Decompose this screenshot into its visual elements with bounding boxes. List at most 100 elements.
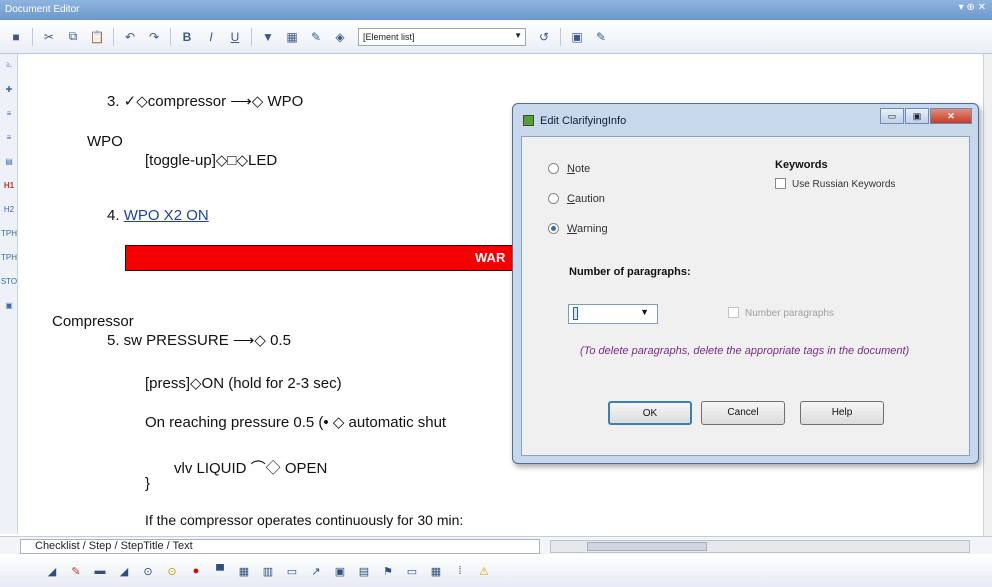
maximize-icon[interactable]: ▣ [905,108,929,124]
dialog-app-icon [523,115,534,126]
toolbar-separator [170,27,171,46]
number-of-paragraphs-label: Number of paragraphs: [569,266,691,278]
press-line: [press]◇ON (hold for 2-3 sec) [145,375,342,392]
left-tool-strip: ⎁ ✚ ≡ ≡ ▤ H1 H2 TPH TPH STO ▣ [0,54,18,534]
vertical-scrollbar[interactable] [984,54,992,536]
warning-bar[interactable]: WAR [125,245,525,271]
rect-icon[interactable]: ▭ [403,562,421,580]
flag-icon[interactable]: ⚑ [379,562,397,580]
sto-icon[interactable]: STO [1,274,17,288]
mark-icon[interactable]: ✎ [591,27,611,47]
table-icon[interactable]: ▦ [282,27,302,47]
table-alt-icon[interactable]: ▤ [355,562,373,580]
help-button[interactable]: Help [800,401,884,425]
arrow-icon[interactable]: ↗ [307,562,325,580]
radio-circle [548,193,559,204]
close-icon[interactable]: ✕ [930,108,972,124]
bold-button[interactable]: B [177,27,197,47]
dialog-title: Edit ClarifyingInfo [540,115,627,127]
closing-brace: } [145,475,151,492]
warning-icon[interactable]: ⚠ [475,562,493,580]
window-title: Document Editor [5,4,80,15]
highlight-icon[interactable]: ▼ [258,27,278,47]
step-5-line: 5. sw PRESSURE ⟶◇ 0.5 [107,332,291,349]
window-controls[interactable]: ▾ ⊕ ✕ [959,2,986,13]
block-icon[interactable]: ▀ [211,562,229,580]
view-icon[interactable]: ▣ [2,298,16,312]
bottom-toolbar: ◢ ✎ ▬ ◢ ⊙ ⊙ ● ▀ ▦ ▥ ▭ ↗ ▣ ▤ ⚑ ▭ ▦ ⁞ ⚠ [0,555,992,587]
underline-button[interactable]: U [225,27,245,47]
tph-alt-icon[interactable]: TPH [1,250,17,264]
circle-yellow-icon[interactable]: ⊙ [163,562,181,580]
chevron-down-icon: ▼ [514,30,522,40]
horizontal-scrollbar[interactable] [550,540,970,553]
add-icon[interactable]: ✚ [2,82,16,96]
warning-bar-text: WAR [475,250,506,265]
columns-icon[interactable]: ▥ [259,562,277,580]
element-path[interactable]: Checklist / Step / StepTitle / Text [20,539,540,554]
status-bar: Checklist / Step / StepTitle / Text [0,536,992,554]
box-icon[interactable]: ▭ [283,562,301,580]
number-paragraphs-checkbox[interactable]: Number paragraphs [728,307,834,319]
element-list-dropdown[interactable]: [Element list] ▼ [358,27,526,46]
step-3-line: 3. ✓◇compressor ⟶◇ WPO [107,93,304,110]
radio-circle-selected [548,223,559,234]
toolbar-separator [32,27,33,46]
radio-note[interactable]: Note [548,163,590,175]
undo-icon[interactable]: ↶ [120,27,140,47]
ok-button[interactable]: OK [608,401,692,425]
split-icon[interactable]: ▦ [427,562,445,580]
step-4-line: 4. WPO X2 ON [107,207,209,224]
grid-icon[interactable]: ▦ [235,562,253,580]
toggle-line: [toggle-up]◇□◇LED [145,152,278,169]
step-4-link[interactable]: WPO X2 ON [124,207,209,224]
toolbar-separator [560,27,561,46]
delete-paragraphs-hint: (To delete paragraphs, delete the approp… [580,345,910,357]
element-list-value: [Element list] [363,31,415,42]
radio-circle [548,163,559,174]
shape-icon[interactable]: ◢ [43,562,61,580]
paste-icon[interactable]: 📋 [87,27,107,47]
help-icon[interactable]: ↺ [534,27,554,47]
pencil-icon[interactable]: ✎ [306,27,326,47]
h1-icon[interactable]: H1 [2,178,16,192]
underline-tool-icon[interactable]: ⎁ [2,58,16,72]
outdent-icon[interactable]: ≡ [2,130,16,144]
list-icon[interactable]: ▤ [2,154,16,168]
pressure-line: On reaching pressure 0.5 (• ◇ automatic … [145,414,447,431]
document-icon[interactable]: ▣ [567,27,587,47]
continuous-line: If the compressor operates continuously … [145,512,464,528]
shape-alt-icon[interactable]: ◢ [115,562,133,580]
frame-icon[interactable]: ▣ [331,562,349,580]
minimize-icon[interactable]: ▭ [880,108,904,124]
dialog-body: Note Caution Warning Keywords Use Russia… [521,136,970,456]
title-bar: Document Editor ▾ ⊕ ✕ [0,0,992,20]
cancel-button[interactable]: Cancel [701,401,785,425]
tph-icon[interactable]: TPH [1,226,17,240]
cut-icon[interactable]: ✂ [39,27,59,47]
copy-icon[interactable]: ⧉ [63,27,83,47]
save-icon[interactable]: ■ [6,27,26,47]
checkbox-box [775,178,786,189]
valve-line: vlv LIQUID ⌒◇ OPEN [174,460,328,477]
record-icon[interactable]: ● [187,562,205,580]
redo-icon[interactable]: ↷ [144,27,164,47]
scrollbar-thumb[interactable] [587,542,707,551]
radio-warning[interactable]: Warning [548,223,608,235]
dots-icon[interactable]: ⁞ [451,562,469,580]
radio-caution[interactable]: Caution [548,193,605,205]
toolbar-separator [251,27,252,46]
main-toolbar: ■ ✂ ⧉ 📋 ↶ ↷ B I U ▼ ▦ ✎ ◈ [Element list]… [0,20,992,54]
toolbar-separator [113,27,114,46]
bar-icon[interactable]: ▬ [91,562,109,580]
h2-icon[interactable]: H2 [2,202,16,216]
checkbox-box [728,307,739,318]
indent-icon[interactable]: ≡ [2,106,16,120]
circle-icon[interactable]: ⊙ [139,562,157,580]
italic-button[interactable]: I [201,27,221,47]
use-russian-keywords-checkbox[interactable]: Use Russian Keywords [775,178,895,190]
number-of-paragraphs-select[interactable]: ▼ [568,304,658,324]
pen-icon[interactable]: ✎ [67,562,85,580]
edit-clarifying-info-dialog: Edit ClarifyingInfo ▭ ▣ ✕ Note Caution W… [512,103,979,464]
tag-icon[interactable]: ◈ [330,27,350,47]
